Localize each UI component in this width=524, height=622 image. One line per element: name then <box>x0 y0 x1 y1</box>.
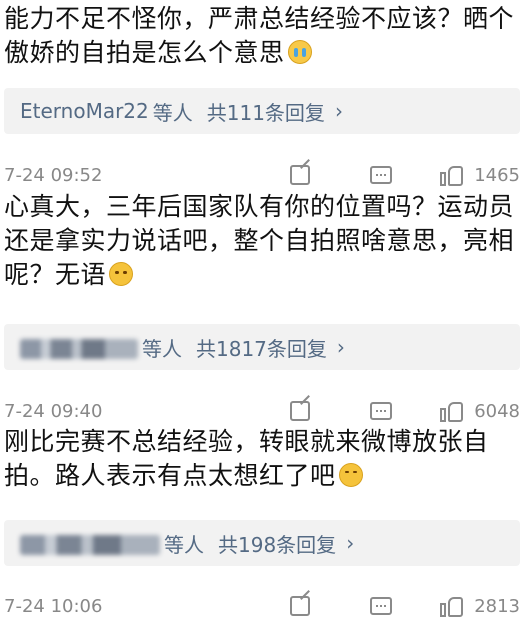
reply-count[interactable]: 共111条回复 <box>207 97 325 126</box>
reply-count[interactable]: 共1817条回复 <box>196 333 327 362</box>
like-icon[interactable] <box>440 595 464 617</box>
timestamp: 7-24 10:06 <box>4 595 103 617</box>
share-icon[interactable] <box>290 165 311 185</box>
share-icon[interactable] <box>290 596 311 616</box>
crying-emoji-icon <box>287 40 312 64</box>
like-count: 6048 <box>474 400 520 422</box>
comment-icon[interactable] <box>370 166 393 184</box>
reply-usernames[interactable]: EternoMar22 <box>20 99 149 123</box>
comment-icon[interactable] <box>370 597 393 615</box>
reply-others-label: 等人 <box>142 336 182 361</box>
share-icon[interactable] <box>290 401 311 421</box>
comment-2-text: 心真大，三年后国家队有你的位置吗？运动员还是拿实力说话吧，整个自拍照啥意思，亮相… <box>4 192 515 289</box>
comment-2-meta: 7-24 09:40 6048 <box>4 396 520 426</box>
like-icon[interactable] <box>440 164 464 186</box>
comment-1-meta: 7-24 09:52 1465 <box>4 160 520 190</box>
comment-1-replies-bar[interactable]: EternoMar22 等人 共111条回复 › <box>4 88 520 134</box>
comment-3-replies-bar[interactable]: 等人 共198条回复 › <box>4 520 520 566</box>
comment-1-text: 能力不足不怪你，严肃总结经验不应该？晒个傲娇的自拍是怎么个意思 <box>4 4 515 67</box>
timestamp: 7-24 09:40 <box>4 400 103 422</box>
reply-others-label: 等人 <box>152 100 193 125</box>
like-icon[interactable] <box>440 400 464 422</box>
sweat-smile-emoji-icon <box>338 463 363 487</box>
reply-count[interactable]: 共198条回复 <box>218 529 336 558</box>
chevron-right-icon: › <box>334 99 343 123</box>
like-count: 2813 <box>474 595 520 617</box>
reply-usernames-blurred[interactable] <box>20 531 160 555</box>
timestamp: 7-24 09:52 <box>4 164 103 186</box>
reply-usernames-blurred[interactable] <box>20 335 138 359</box>
comment-3-text: 刚比完赛不总结经验，转眼就来微博放张自拍。路人表示有点太想红了吧 <box>4 427 489 490</box>
chevron-right-icon: › <box>336 335 345 359</box>
comment-3-meta: 7-24 10:06 2813 <box>4 591 520 621</box>
comment-icon[interactable] <box>370 402 393 420</box>
like-count: 1465 <box>474 164 520 186</box>
chevron-right-icon: › <box>346 531 355 555</box>
frowning-emoji-icon <box>109 262 134 286</box>
reply-others-label: 等人 <box>164 532 204 557</box>
comment-2-replies-bar[interactable]: 等人 共1817条回复 › <box>4 324 520 370</box>
